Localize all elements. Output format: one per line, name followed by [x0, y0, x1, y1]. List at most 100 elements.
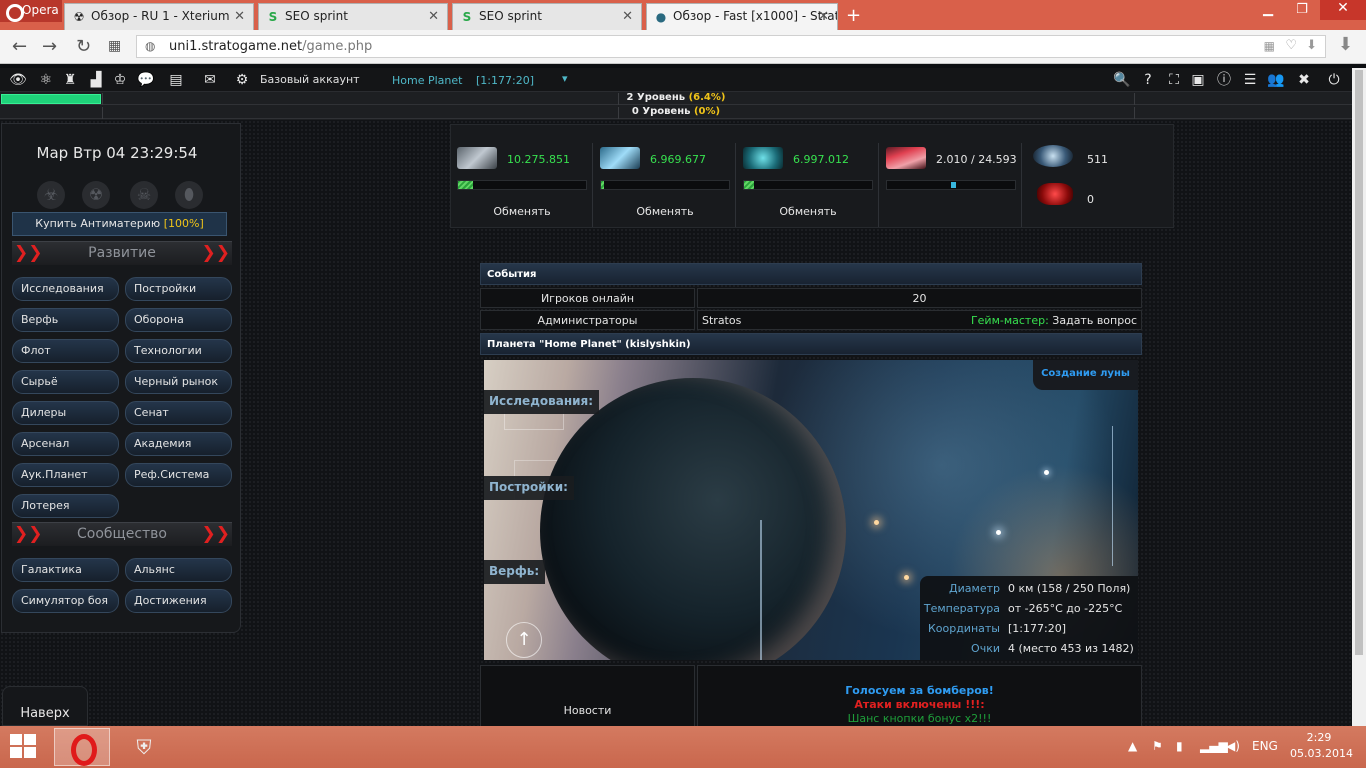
close-icon[interactable]: ✕ [622, 9, 633, 24]
menu-defense[interactable]: Оборона [125, 308, 232, 332]
metal-exchange-link[interactable]: Обменять [451, 205, 593, 218]
deuterium-icon [743, 147, 783, 169]
tab-seo-sprint-1[interactable]: S SEO sprint ✕ [258, 3, 448, 30]
maximize-icon[interactable]: ❐ [1286, 2, 1318, 17]
reload-icon[interactable]: ↻ [76, 36, 91, 57]
dark-matter-value: 511 [1087, 153, 1108, 166]
opera-menu-button[interactable]: Opera [0, 0, 62, 22]
menu-resources[interactable]: Сырьё [12, 370, 119, 394]
eye-icon[interactable]: 👁 [8, 71, 28, 89]
reader-icon[interactable]: ▦ [1264, 39, 1275, 53]
menu-academy[interactable]: Академия [125, 432, 232, 456]
taskbar-tank-game-icon[interactable]: ⛨ [116, 728, 172, 766]
admins-row: Stratos Гейм-мастер: Задать вопрос [697, 310, 1142, 330]
overlay-buildings[interactable]: Постройки: [484, 476, 574, 500]
officer-icon[interactable]: ♜ [60, 71, 80, 89]
buy-antimatter-button[interactable]: Купить Антиматерию [100%] [12, 212, 227, 236]
menu-lottery[interactable]: Лотерея [12, 494, 119, 518]
tab-seo-sprint-2[interactable]: S SEO sprint ✕ [452, 3, 642, 30]
power-icon[interactable]: ⏻ [1324, 71, 1344, 89]
menu-senate[interactable]: Сенат [125, 401, 232, 425]
menu-buildings[interactable]: Постройки [125, 277, 232, 301]
settings-tools-icon[interactable]: ✖ [1294, 71, 1314, 89]
tab-xterium[interactable]: ☢ Обзор - RU 1 - Xterium ✕ [64, 3, 254, 30]
download-icon[interactable]: ⬇ [1306, 38, 1317, 53]
menu-achievements[interactable]: Достижения [125, 589, 232, 613]
tray-volume-icon[interactable]: ◀) [1226, 739, 1240, 753]
level-bars: 2 Уровень (6.4%) 0 Уровень (0%) [0, 92, 1352, 120]
resources-panel: 10.275.851 Обменять 6.969.677 Обменять 6… [450, 124, 1174, 228]
menu-galaxy[interactable]: Галактика [12, 558, 119, 582]
overlay-shipyard[interactable]: Верфь: [484, 560, 546, 584]
downloads-circle-icon[interactable]: ⬇ [1338, 34, 1353, 55]
menu-planet-auction[interactable]: Аук.Планет [12, 463, 119, 487]
window-close-icon[interactable]: ✕ [1320, 0, 1366, 20]
menu-fleet[interactable]: Флот [12, 339, 119, 363]
account-gear-icon: ⚙ [235, 72, 249, 88]
scrollbar-thumb[interactable] [1355, 70, 1363, 655]
chevron-down-icon[interactable]: ▾ [562, 72, 568, 85]
metal-icon [457, 147, 497, 169]
back-icon[interactable]: ← [12, 36, 27, 57]
atom-icon[interactable]: ⚛ [36, 71, 56, 89]
menu-referral[interactable]: Реф.Система [125, 463, 232, 487]
fullscreen-icon[interactable]: ⛶ [1164, 71, 1184, 89]
tray-language[interactable]: ENG [1252, 739, 1278, 753]
tray-signal-icon[interactable]: ▂▄▆ [1200, 739, 1228, 753]
crystal-exchange-link[interactable]: Обменять [594, 205, 736, 218]
deuterium-storage-bar [743, 180, 873, 190]
news-line[interactable]: Голосуем за бомберов! [698, 684, 1141, 698]
metal-storage-fill [458, 181, 473, 189]
list-icon[interactable]: ☰ [1240, 71, 1260, 89]
news-line[interactable]: Шанс кнопки бонус х2!!! [698, 712, 1141, 726]
dark-matter-icon [1033, 145, 1073, 167]
message-icon[interactable]: ▤ [166, 71, 186, 89]
admin-name[interactable]: Stratos [702, 314, 741, 327]
page-scrollbar[interactable] [1352, 68, 1366, 726]
buddies-icon[interactable]: 👥 [1266, 71, 1286, 89]
minimize-icon[interactable]: ▁ [1252, 2, 1284, 17]
overlay-research[interactable]: Исследования: [484, 390, 600, 414]
url-input[interactable]: ◍ uni1.stratogame.net/game.php ▦ ♡ ⬇ [136, 35, 1326, 58]
stats-icon[interactable]: ▟ [86, 71, 106, 89]
create-moon-button[interactable]: Создание луны [1033, 360, 1138, 390]
news-line[interactable]: Атаки включены !!!: [698, 698, 1141, 712]
tray-date[interactable]: 05.03.2014 [1290, 747, 1353, 760]
back-to-top-button[interactable]: Наверх [2, 686, 88, 726]
close-icon[interactable]: ✕ [234, 9, 245, 24]
windows-start-icon[interactable] [10, 734, 38, 760]
info-icon[interactable]: ⓘ [1214, 71, 1234, 89]
tab-stratogame[interactable]: ● Обзор - Fast [x1000] - Strat ✕ [646, 3, 838, 30]
menu-research[interactable]: Исследования [12, 277, 119, 301]
menu-technologies[interactable]: Технологии [125, 339, 232, 363]
menu-battle-simulator[interactable]: Симулятор боя [12, 589, 119, 613]
menu-arsenal[interactable]: Арсенал [12, 432, 119, 456]
help-icon[interactable]: ? [1138, 71, 1158, 89]
close-icon[interactable]: ✕ [428, 9, 439, 24]
planet-selector-coords[interactable]: [1:177:20] [476, 74, 534, 87]
speed-dial-icon[interactable]: ▦ [108, 38, 121, 54]
forward-icon[interactable]: → [42, 36, 57, 57]
game-topbar: 👁 ⚛ ♜ ▟ ♔ 💬 ▤ ✉ ⚙ Базовый аккаунт Home P… [0, 68, 1352, 92]
tray-flag-icon[interactable]: ⚑ [1152, 739, 1163, 753]
tray-time[interactable]: 2:29 [1296, 731, 1342, 744]
menu-shipyard[interactable]: Верфь [12, 308, 119, 332]
menu-dealers[interactable]: Дилеры [12, 401, 119, 425]
chat-icon[interactable]: 💬 [136, 71, 156, 89]
heart-icon[interactable]: ♡ [1285, 38, 1297, 53]
tray-battery-icon[interactable]: ▮ [1176, 739, 1183, 753]
notes-icon[interactable]: ▣ [1188, 71, 1208, 89]
close-icon[interactable]: ✕ [818, 9, 829, 24]
planet-selector[interactable]: Home Planet [392, 74, 462, 87]
menu-black-market[interactable]: Черный рынок [125, 370, 232, 394]
mail-icon[interactable]: ✉ [200, 71, 220, 89]
tray-up-arrow-icon[interactable]: ▲ [1128, 739, 1137, 753]
new-tab-button[interactable]: + [846, 5, 861, 26]
ask-question-link[interactable]: Задать вопрос [1052, 314, 1137, 327]
menu-alliance[interactable]: Альянс [125, 558, 232, 582]
taskbar-opera-icon[interactable] [54, 728, 110, 766]
deuterium-exchange-link[interactable]: Обменять [737, 205, 879, 218]
search-icon[interactable]: 🔍 [1112, 71, 1132, 89]
planet-header: Планета "Home Planet" (kislyshkin) [480, 333, 1142, 355]
medal-icon[interactable]: ♔ [110, 71, 130, 89]
